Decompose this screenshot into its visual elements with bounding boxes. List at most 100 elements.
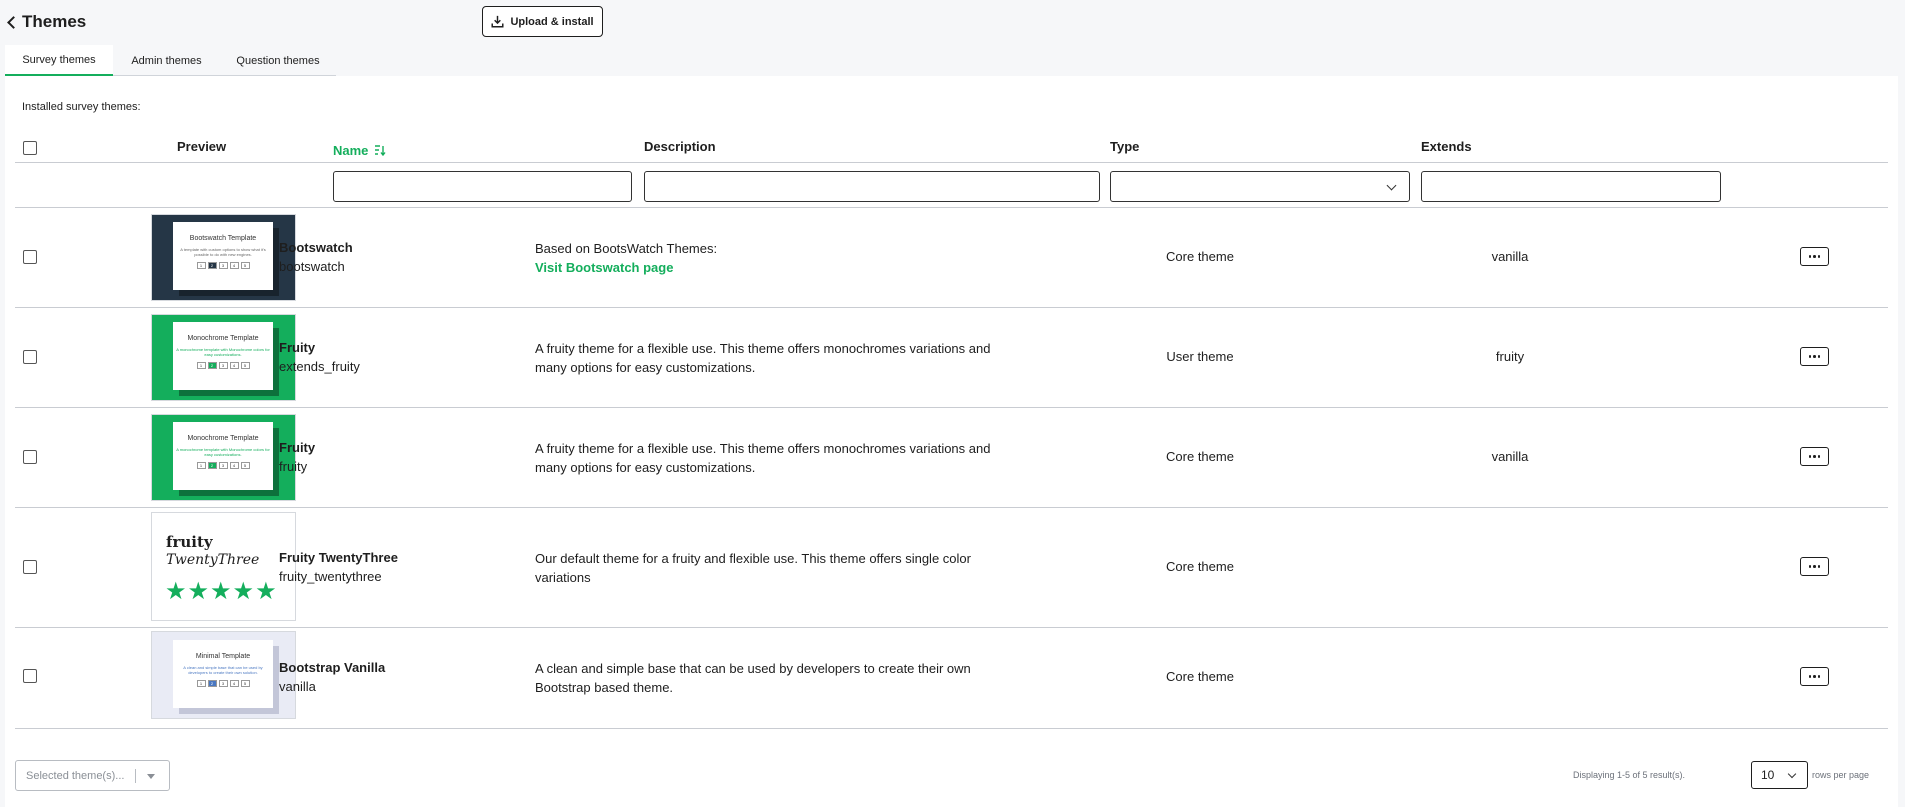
ellipsis-icon bbox=[1817, 355, 1821, 358]
table-row: fruity TwentyThree ★★★★★ Fruity TwentyTh… bbox=[15, 507, 1888, 627]
pagination-summary: Displaying 1-5 of 5 result(s). bbox=[1572, 770, 1685, 780]
preview-logo-line2: TwentyThree bbox=[166, 552, 260, 568]
ellipsis-icon bbox=[1808, 455, 1812, 458]
extends-filter-field[interactable] bbox=[1422, 172, 1720, 201]
preview-number: 2 bbox=[207, 462, 217, 469]
row-actions-button[interactable] bbox=[1800, 347, 1829, 366]
preview-number: 3 bbox=[218, 462, 228, 469]
ellipsis-icon bbox=[1817, 565, 1821, 568]
bulk-action-select[interactable]: Selected theme(s)... bbox=[15, 760, 170, 791]
column-header-type: Type bbox=[1110, 139, 1140, 154]
ellipsis-icon bbox=[1808, 565, 1812, 568]
row-actions-button[interactable] bbox=[1800, 247, 1829, 266]
caret-down-icon bbox=[147, 774, 155, 779]
theme-preview: Minimal Template A clean and simple base… bbox=[151, 631, 296, 719]
row-checkbox[interactable] bbox=[23, 450, 37, 464]
row-checkbox[interactable] bbox=[23, 560, 37, 574]
ellipsis-icon bbox=[1813, 675, 1816, 678]
preview-logo-line1: fruity bbox=[166, 533, 213, 551]
theme-type: Core theme bbox=[1166, 249, 1234, 264]
select-separator bbox=[135, 769, 136, 783]
theme-preview: fruity TwentyThree ★★★★★ bbox=[151, 512, 296, 621]
theme-type: Core theme bbox=[1166, 449, 1234, 464]
type-filter-select[interactable] bbox=[1110, 171, 1410, 202]
theme-extends: vanilla bbox=[1491, 449, 1529, 464]
column-header-description: Description bbox=[644, 139, 716, 154]
select-all-checkbox[interactable] bbox=[23, 141, 37, 155]
name-filter-input[interactable] bbox=[333, 171, 632, 202]
theme-name: Bootstrap Vanilla bbox=[279, 660, 386, 675]
ellipsis-icon bbox=[1813, 255, 1816, 258]
preview-number: 2 bbox=[207, 362, 217, 369]
theme-extends: vanilla bbox=[1491, 249, 1529, 264]
ellipsis-icon bbox=[1813, 565, 1816, 568]
column-header-name[interactable]: Name bbox=[333, 139, 386, 161]
description-filter-input[interactable] bbox=[644, 171, 1100, 202]
ellipsis-icon bbox=[1808, 255, 1812, 258]
theme-description: A fruity theme for a flexible use. This … bbox=[535, 441, 991, 475]
ellipsis-icon bbox=[1817, 675, 1821, 678]
tab-survey-themes[interactable]: Survey themes bbox=[5, 45, 113, 76]
preview-subtitle: A monochrome template with Monochrome co… bbox=[176, 447, 270, 457]
ellipsis-icon bbox=[1813, 455, 1816, 458]
visit-bootswatch-link[interactable]: Visit Bootswatch page bbox=[535, 258, 995, 277]
preview-number: 5 bbox=[240, 362, 250, 369]
upload-install-button[interactable]: Upload & install bbox=[482, 6, 603, 37]
ellipsis-icon bbox=[1808, 675, 1812, 678]
tab-question-themes[interactable]: Question themes bbox=[220, 45, 336, 76]
row-checkbox[interactable] bbox=[23, 250, 37, 264]
preview-number: 3 bbox=[218, 262, 228, 269]
theme-id: fruity bbox=[279, 459, 308, 474]
ellipsis-icon bbox=[1817, 255, 1821, 258]
back-link[interactable]: Themes bbox=[7, 12, 86, 32]
rows-per-page-select[interactable]: 10 bbox=[1751, 761, 1808, 789]
theme-tabs: Survey themes Admin themes Question them… bbox=[5, 45, 336, 76]
preview-subtitle: A template with custom options to show w… bbox=[180, 247, 266, 257]
preview-number: 4 bbox=[229, 680, 239, 687]
row-actions-button[interactable] bbox=[1800, 667, 1829, 686]
theme-description: Our default theme for a fruity and flexi… bbox=[535, 551, 971, 585]
upload-install-label: Upload & install bbox=[510, 15, 594, 28]
theme-id: extends_fruity bbox=[279, 359, 360, 374]
preview-pagination: 1 2 3 4 5 bbox=[173, 262, 273, 269]
theme-type: User theme bbox=[1166, 349, 1234, 364]
chevron-left-icon bbox=[7, 16, 20, 29]
extends-filter-input[interactable] bbox=[1421, 171, 1721, 202]
preview-number: 5 bbox=[240, 680, 250, 687]
ellipsis-icon bbox=[1813, 355, 1816, 358]
theme-id: vanilla bbox=[279, 679, 316, 694]
preview-subtitle: A clean and simple base that can be used… bbox=[183, 665, 263, 675]
row-actions-button[interactable] bbox=[1800, 557, 1829, 576]
preview-number: 4 bbox=[229, 262, 239, 269]
column-header-name-label: Name bbox=[333, 142, 369, 158]
theme-name: Fruity bbox=[279, 440, 316, 455]
preview-title: Monochrome Template bbox=[187, 435, 259, 442]
ellipsis-icon bbox=[1817, 455, 1821, 458]
divider bbox=[15, 162, 1888, 163]
tab-admin-themes[interactable]: Admin themes bbox=[113, 45, 220, 76]
row-actions-button[interactable] bbox=[1800, 447, 1829, 466]
preview-title: Monochrome Template bbox=[187, 335, 259, 342]
preview-number: 1 bbox=[196, 262, 206, 269]
name-filter-field[interactable] bbox=[334, 172, 631, 201]
installed-themes-label: Installed survey themes: bbox=[22, 101, 141, 113]
table-row: Minimal Template A clean and simple base… bbox=[15, 627, 1888, 727]
bulk-action-placeholder: Selected theme(s)... bbox=[26, 769, 125, 782]
preview-number: 5 bbox=[240, 262, 250, 269]
ellipsis-icon bbox=[1808, 355, 1812, 358]
preview-number: 1 bbox=[196, 680, 206, 687]
sort-icon bbox=[375, 144, 386, 156]
description-filter-field[interactable] bbox=[645, 172, 1099, 201]
preview-title: Minimal Template bbox=[195, 653, 251, 660]
themes-panel: Installed survey themes: Preview Name De… bbox=[5, 76, 1898, 807]
preview-number: 5 bbox=[240, 462, 250, 469]
divider bbox=[15, 728, 1888, 729]
download-icon bbox=[491, 15, 504, 28]
theme-preview: Bootswatch Template A template with cust… bbox=[151, 214, 296, 301]
theme-description: A clean and simple base that can be used… bbox=[535, 661, 971, 695]
row-checkbox[interactable] bbox=[23, 669, 37, 683]
theme-extends: fruity bbox=[1495, 349, 1525, 364]
theme-name: Fruity TwentyThree bbox=[279, 550, 398, 565]
row-checkbox[interactable] bbox=[23, 350, 37, 364]
preview-number: 3 bbox=[218, 362, 228, 369]
